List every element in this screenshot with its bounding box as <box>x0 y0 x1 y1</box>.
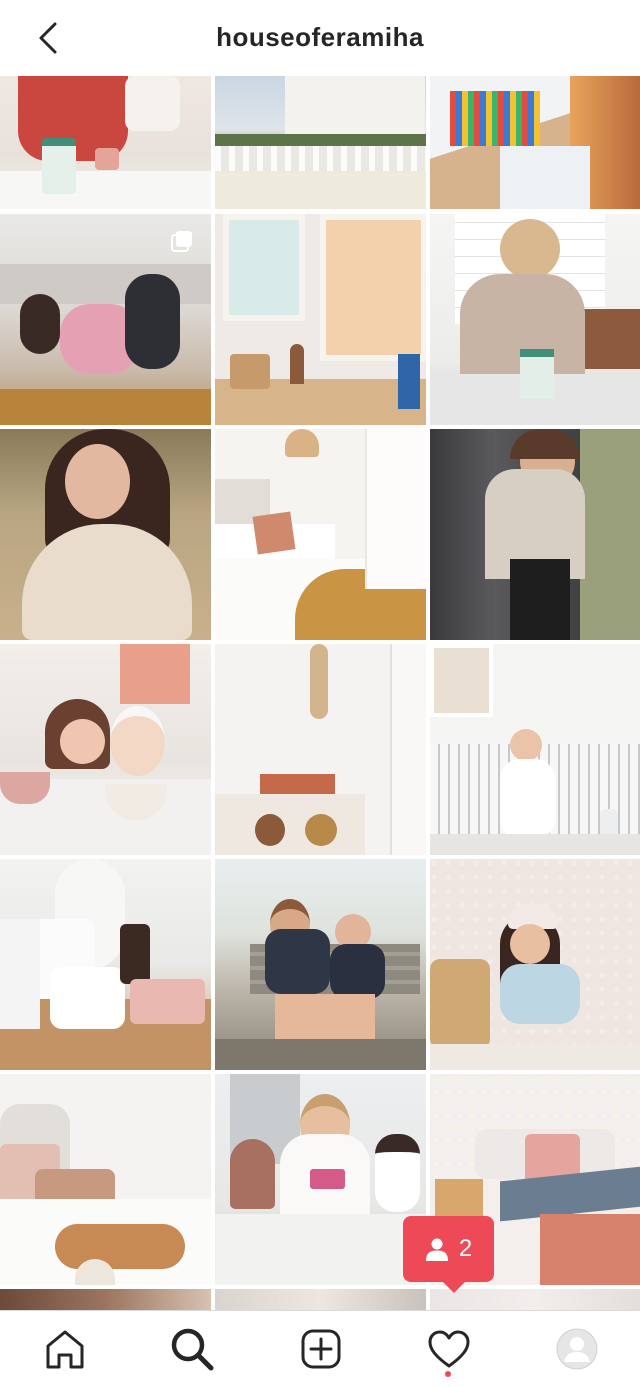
search-icon <box>171 1328 214 1371</box>
tab-home[interactable] <box>43 1327 87 1371</box>
unread-activity-dot <box>445 1371 451 1377</box>
post-thumbnail[interactable] <box>215 1289 426 1310</box>
tab-search[interactable] <box>170 1327 214 1371</box>
page-title: houseoferamiha <box>216 22 424 52</box>
notification-count: 2 <box>458 1235 473 1262</box>
post-thumbnail[interactable] <box>215 214 426 425</box>
post-thumbnail[interactable] <box>215 644 426 855</box>
post-thumbnail[interactable] <box>215 859 426 1070</box>
post-thumbnail[interactable] <box>430 644 640 855</box>
post-thumbnail[interactable] <box>215 429 426 640</box>
tab-new-post[interactable] <box>299 1327 343 1371</box>
photo-grid <box>0 76 640 1310</box>
post-thumbnail[interactable] <box>430 214 640 425</box>
add-post-icon <box>301 1329 341 1369</box>
follow-notification-badge[interactable]: 2 <box>403 1216 494 1293</box>
post-thumbnail[interactable] <box>0 429 211 640</box>
post-thumbnail[interactable] <box>0 644 211 855</box>
post-thumbnail[interactable] <box>0 859 211 1070</box>
bottom-tab-bar <box>0 1310 640 1387</box>
post-thumbnail[interactable] <box>0 214 211 425</box>
post-thumbnail[interactable] <box>0 1289 211 1310</box>
person-icon <box>425 1238 448 1261</box>
post-thumbnail[interactable] <box>430 429 640 640</box>
post-thumbnail[interactable] <box>215 76 426 209</box>
post-thumbnail[interactable] <box>430 859 640 1070</box>
header: houseoferamiha <box>0 0 640 76</box>
tab-profile[interactable] <box>555 1327 599 1371</box>
multi-photo-icon <box>171 231 192 252</box>
post-thumbnail[interactable] <box>215 1074 426 1285</box>
home-icon <box>46 1330 84 1369</box>
post-thumbnail[interactable] <box>430 76 640 209</box>
post-thumbnail[interactable] <box>0 76 211 209</box>
avatar <box>556 1328 598 1370</box>
post-thumbnail[interactable] <box>0 1074 211 1285</box>
tab-activity[interactable] <box>427 1327 471 1371</box>
heart-icon <box>428 1330 470 1368</box>
